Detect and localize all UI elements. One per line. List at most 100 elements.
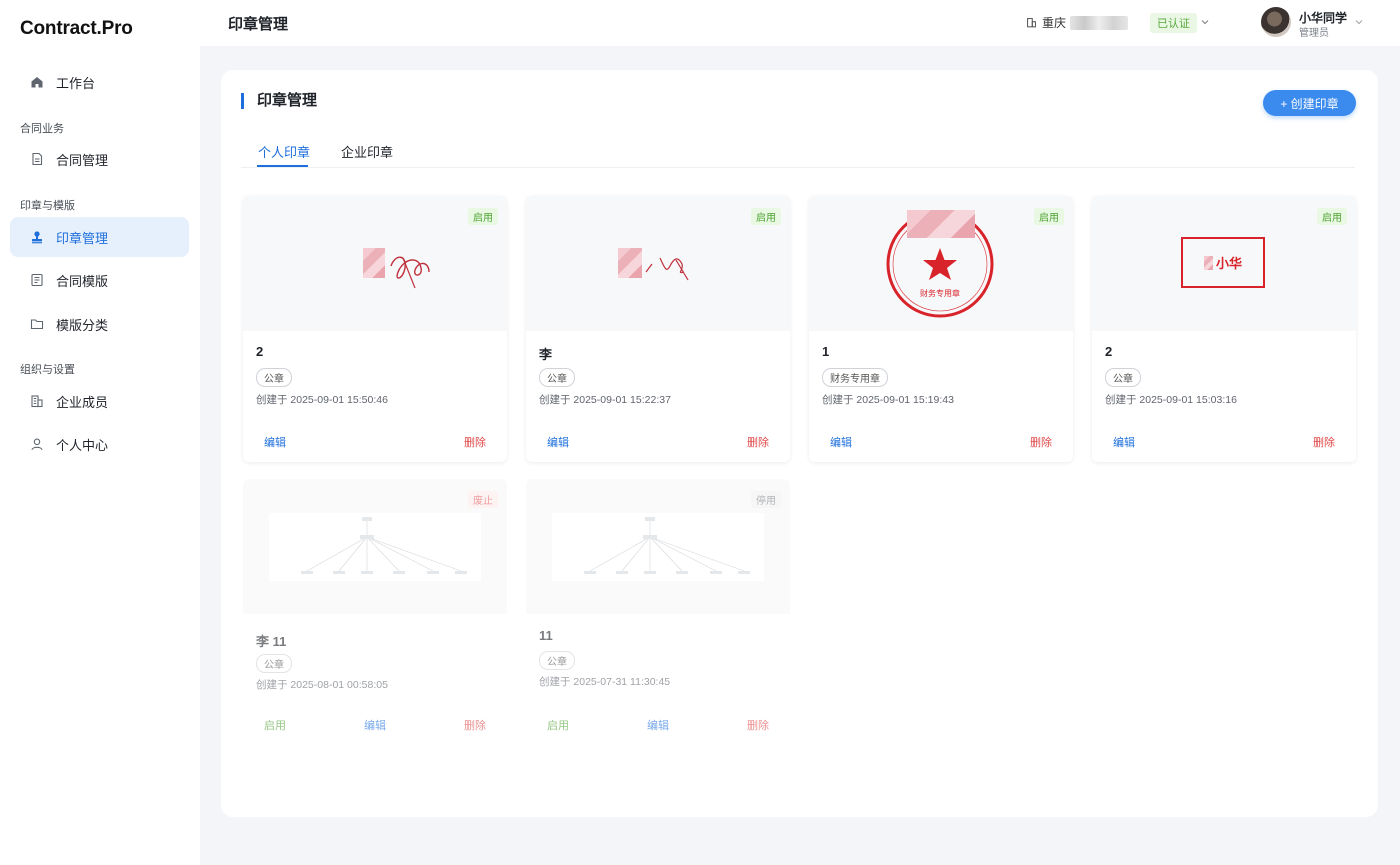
seal-type-tag: 公章 (256, 654, 292, 673)
seal-preview: 停用 (526, 479, 790, 614)
seal-preview: 启用 (526, 196, 790, 331)
sidebar-item-profile[interactable]: 个人中心 (10, 424, 189, 464)
status-badge: 启用 (468, 208, 498, 225)
sidebar: Contract.Pro 工作台 合同业务 合同管理 印章与模版 印章管理 合同… (0, 0, 200, 865)
seal-created-time: 创建于 2025-09-01 15:22:37 (539, 394, 671, 406)
top-header: 印章管理 重庆 已认证 小华同学 管理员 (200, 0, 1400, 46)
document-icon (30, 152, 44, 166)
redacted-seal-text (907, 210, 975, 238)
seal-name: 2 (1105, 344, 1113, 359)
seal-text: 小华 (1215, 256, 1242, 271)
sidebar-item-label: 合同模版 (56, 273, 109, 289)
status-badge: 启用 (1034, 208, 1064, 225)
seal-name: 2 (256, 344, 264, 359)
redacted-signature (618, 248, 642, 278)
seal-preview: 废止 (243, 479, 507, 614)
delete-button[interactable]: 删除 (464, 717, 486, 733)
create-seal-button[interactable]: + 创建印章 (1263, 90, 1356, 116)
seal-preview: 启用 (243, 196, 507, 331)
seal-text: 财务专用章 (920, 288, 960, 298)
seal-created-time: 创建于 2025-08-01 00:58:05 (256, 679, 388, 691)
sidebar-item-label: 模版分类 (56, 317, 109, 333)
app-logo: Contract.Pro (20, 18, 133, 39)
sidebar-item-templates[interactable]: 合同模版 (10, 260, 189, 300)
redacted-signature (363, 248, 385, 278)
seal-type-tag: 公章 (539, 651, 575, 670)
sidebar-item-members[interactable]: 企业成员 (10, 381, 189, 421)
seal-name: 李 11 (256, 634, 287, 649)
delete-button[interactable]: 删除 (1030, 434, 1052, 450)
seal-name: 11 (539, 628, 553, 643)
seal-type-tag: 公章 (1105, 368, 1141, 387)
seal-card[interactable]: 停用 11 公章 创建于 2025-07-31 11:30:45 启用 编辑 删… (526, 479, 790, 749)
seal-type-tag: 公章 (539, 368, 575, 387)
delete-button[interactable]: 删除 (747, 434, 769, 450)
seal-type-tag: 财务专用章 (822, 368, 888, 387)
page-title: 印章管理 (228, 16, 289, 33)
chevron-down-icon[interactable] (1200, 14, 1210, 32)
status-badge: 启用 (1317, 208, 1347, 225)
org-switcher[interactable]: 重庆 (1026, 14, 1129, 31)
edit-button[interactable]: 编辑 (547, 434, 569, 450)
sidebar-item-label: 个人中心 (56, 437, 109, 453)
seal-created-time: 创建于 2025-07-31 11:30:45 (539, 676, 671, 688)
seal-preview: 小华 启用 (1092, 196, 1356, 331)
building-icon (30, 394, 44, 408)
seal-created-time: 创建于 2025-09-01 15:50:46 (256, 394, 388, 406)
status-badge: 废止 (468, 491, 498, 508)
edit-button[interactable]: 编辑 (1113, 434, 1135, 450)
edit-button[interactable]: 编辑 (830, 434, 852, 450)
verified-badge: 已认证 (1150, 13, 1197, 33)
seal-card[interactable]: 启用 2 公章 创建于 2025-09-01 15:50:46 编辑 删除 (243, 196, 507, 462)
seal-management-panel: 印章管理 + 创建印章 个人印章 企业印章 启用 2 公章 创建于 2025-0… (221, 70, 1378, 817)
redacted-seal-char (1203, 255, 1213, 270)
org-name: 重庆 (1042, 16, 1067, 30)
status-badge: 启用 (751, 208, 781, 225)
tab-divider (241, 167, 1355, 168)
nav-group-contract: 合同业务 (20, 123, 64, 135)
tab-active-indicator (257, 165, 308, 167)
sidebar-item-label: 企业成员 (56, 394, 109, 410)
seal-name: 1 (822, 344, 830, 359)
folder-icon (30, 317, 44, 331)
sidebar-item-categories[interactable]: 模版分类 (10, 304, 189, 344)
delete-button[interactable]: 删除 (747, 717, 769, 733)
seal-card[interactable]: 小华 启用 2 公章 创建于 2025-09-01 15:03:16 编辑 删除 (1092, 196, 1356, 462)
edit-button[interactable]: 编辑 (264, 434, 286, 450)
nav-group-org: 组织与设置 (20, 364, 75, 376)
edit-button[interactable]: 编辑 (364, 717, 386, 733)
sidebar-item-workbench[interactable]: 工作台 (10, 62, 189, 102)
home-icon (30, 75, 44, 89)
seal-card[interactable]: 财务专用章 启用 1 财务专用章 创建于 2025-09-01 15:19:43… (809, 196, 1073, 462)
sidebar-item-label: 工作台 (56, 75, 96, 91)
seal-created-time: 创建于 2025-09-01 15:19:43 (822, 394, 954, 406)
sidebar-item-label: 合同管理 (56, 152, 109, 168)
enable-button[interactable]: 启用 (264, 717, 286, 733)
sidebar-item-contracts[interactable]: 合同管理 (10, 139, 189, 179)
org-name-redacted (1070, 15, 1129, 30)
seal-created-time: 创建于 2025-09-01 15:03:16 (1105, 394, 1237, 406)
chevron-down-icon[interactable] (1354, 14, 1364, 32)
seal-card[interactable]: 废止 李 11 公章 创建于 2025-08-01 00:58:05 启用 编辑… (243, 479, 507, 749)
section-title: 印章管理 (241, 93, 317, 109)
edit-button[interactable]: 编辑 (647, 717, 669, 733)
seal-name: 李 (539, 347, 553, 362)
enable-button[interactable]: 启用 (547, 717, 569, 733)
template-icon (30, 273, 44, 287)
delete-button[interactable]: 删除 (464, 434, 486, 450)
avatar[interactable] (1261, 7, 1291, 37)
sidebar-item-seals[interactable]: 印章管理 (10, 217, 189, 257)
tab-enterprise-seals[interactable]: 企业印章 (341, 142, 393, 161)
seal-type-tag: 公章 (256, 368, 292, 387)
user-role: 管理员 (1299, 28, 1329, 39)
sidebar-item-label: 印章管理 (56, 230, 109, 246)
tab-personal-seals[interactable]: 个人印章 (258, 142, 310, 161)
status-badge: 停用 (751, 491, 781, 508)
seal-card[interactable]: 启用 李 公章 创建于 2025-09-01 15:22:37 编辑 删除 (526, 196, 790, 462)
delete-button[interactable]: 删除 (1313, 434, 1335, 450)
stamp-icon (30, 230, 44, 244)
user-icon (30, 437, 44, 451)
nav-group-seal-template: 印章与模版 (20, 200, 75, 212)
square-seal-image: 小华 (1181, 237, 1265, 288)
building-icon (1026, 17, 1037, 28)
